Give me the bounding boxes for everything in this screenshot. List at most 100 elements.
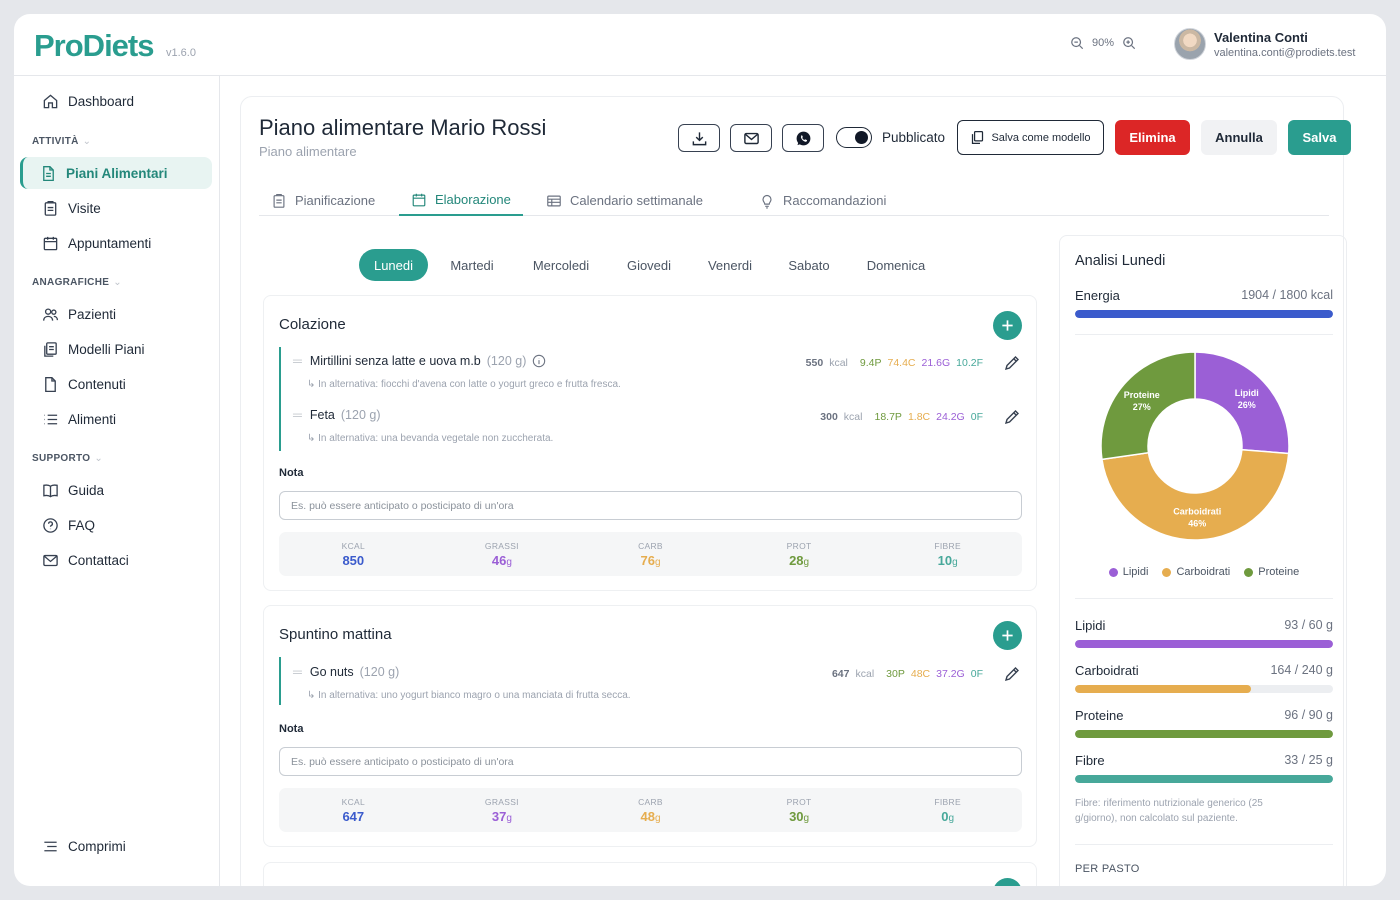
drag-handle-icon[interactable]: ═ <box>293 665 302 679</box>
sidebar-item-label: Pazienti <box>68 306 117 322</box>
chart-legend: Lipidi Carboidrati Proteine <box>1060 566 1348 578</box>
day-tab-domenica[interactable]: Domenica <box>853 249 939 281</box>
legend-dot-carboidrati <box>1162 567 1172 577</box>
delete-button[interactable]: Elimina <box>1115 120 1190 155</box>
day-tab-martedi[interactable]: Martedi <box>437 249 507 281</box>
sidebar-item-guida[interactable]: Guida <box>20 474 212 506</box>
legend-dot-proteine <box>1244 567 1254 577</box>
top-bar: ProDiets v1.6.0 90% Valentina Conti vale… <box>14 14 1386 76</box>
kcal-unit: kcal <box>843 411 863 423</box>
energy-bar <box>1075 310 1333 318</box>
info-icon[interactable] <box>532 354 546 368</box>
day-tab-venerdi[interactable]: Venerdi <box>695 249 765 281</box>
drag-handle-icon[interactable]: ═ <box>293 408 302 422</box>
macro-bar-fill <box>1075 685 1252 693</box>
total-carb: 76 <box>640 552 655 568</box>
food-list: ═ Go nuts (120 g) ↳ In alternativa: uno … <box>279 657 1019 705</box>
clipboard-icon <box>273 193 285 208</box>
sidebar-item-modelli-piani[interactable]: Modelli Piani <box>20 333 212 365</box>
slice-label: Carboidrati <box>1173 506 1221 516</box>
sidebar-item-dashboard[interactable]: Dashboard <box>20 85 212 117</box>
zoom-in-icon[interactable] <box>1122 36 1136 50</box>
edit-icon[interactable] <box>1003 408 1021 426</box>
food-name: Go nuts <box>309 665 354 679</box>
sidebar-item-pazienti[interactable]: Pazienti <box>20 298 212 330</box>
meal-totals: KCAL 850 GRASSI 46g CARB 76g PROT 28g FIBRE 1… <box>279 532 1022 576</box>
food-macros: 300 kcal 18.7P 1.8C 24.2G 0F <box>820 408 1021 426</box>
sidebar-item-piani-alimentari[interactable]: Piani Alimentari <box>20 157 212 189</box>
add-food-button[interactable] <box>993 621 1022 650</box>
sidebar-item-label: Modelli Piani <box>68 341 145 357</box>
day-tab-sabato[interactable]: Sabato <box>777 249 841 281</box>
sidebar-item-label: Contattaci <box>68 552 129 568</box>
cancel-button[interactable]: Annulla <box>1201 120 1277 155</box>
edit-icon[interactable] <box>1003 354 1021 372</box>
day-tab-lunedi[interactable]: Lunedi <box>359 249 428 281</box>
slice-percent: 46% <box>1188 518 1206 528</box>
page-subtitle: Piano alimentare <box>259 144 357 159</box>
meal-title: Spuntino mattina <box>279 626 392 643</box>
edit-icon[interactable] <box>1003 665 1021 683</box>
macro-donut-chart: Lipidi 26% Carboidrati 46% Proteine 27% <box>1100 351 1290 541</box>
add-food-button[interactable] <box>993 878 1022 886</box>
list-icon <box>44 414 58 424</box>
avatar <box>1174 28 1206 60</box>
macro-bar-fill <box>1075 730 1333 738</box>
nota-input[interactable]: Es. può essere anticipato o posticipato … <box>279 747 1022 776</box>
download-button[interactable] <box>678 124 720 152</box>
sidebar-item-contattaci[interactable]: Contattaci <box>20 544 212 576</box>
food-alternative: ↳ In alternativa: fiocchi d'avena con la… <box>307 379 621 390</box>
meal-card-next <box>263 862 1037 886</box>
total-grassi: 46 <box>491 552 507 568</box>
sidebar-item-visite[interactable]: Visite <box>20 192 212 224</box>
save-button[interactable]: Salva <box>1288 120 1351 155</box>
table-icon <box>547 195 561 206</box>
email-button[interactable] <box>730 124 772 152</box>
plus-icon <box>1002 630 1013 641</box>
sidebar-item-label: Guida <box>68 482 105 498</box>
home-icon <box>43 93 58 108</box>
food-carb: 48C <box>910 668 931 680</box>
food-kcal: 550 <box>805 357 824 369</box>
user-menu[interactable]: Valentina Conti valentina.conti@prodiets… <box>1174 28 1355 60</box>
chevron-down-icon: ⌄ <box>82 136 92 147</box>
calendar-icon <box>43 236 58 250</box>
question-circle-icon <box>43 517 58 533</box>
slice-label: Proteine <box>1124 390 1160 400</box>
download-icon <box>692 131 706 145</box>
drag-handle-icon[interactable]: ═ <box>293 354 302 368</box>
section-anagrafiche: ANAGRAFICHE ⌄ <box>32 277 122 288</box>
food-macros: 647 kcal 30P 48C 37.2G 0F <box>832 665 1021 683</box>
sidebar-item-faq[interactable]: FAQ <box>20 509 212 541</box>
sidebar-collapse-button[interactable]: Comprimi <box>20 830 212 862</box>
food-carb: 1.8C <box>907 411 931 423</box>
food-grams: (120 g) <box>359 665 400 679</box>
food-carb: 74.4C <box>887 357 916 369</box>
zoom-out-icon[interactable] <box>1070 36 1084 50</box>
nota-input[interactable]: Es. può essere anticipato o posticipato … <box>279 491 1022 520</box>
app-version: v1.6.0 <box>166 47 196 59</box>
sidebar-item-contenuti[interactable]: Contenuti <box>20 368 212 400</box>
sidebar-item-alimenti[interactable]: Alimenti <box>20 403 212 435</box>
file-icon <box>45 376 56 392</box>
food-prot: 18.7P <box>874 411 902 423</box>
day-tab-giovedi[interactable]: Giovedi <box>615 249 683 281</box>
day-tab-mercoledi[interactable]: Mercoledi <box>519 249 603 281</box>
whatsapp-button[interactable] <box>782 124 824 152</box>
app-window: ProDiets v1.6.0 90% Valentina Conti vale… <box>14 14 1386 886</box>
save-template-button[interactable]: Salva come modello <box>957 120 1104 155</box>
publish-toggle[interactable] <box>836 127 872 148</box>
tab-raccomandazioni[interactable]: Raccomandazioni <box>747 185 898 216</box>
user-email: valentina.conti@prodiets.test <box>1214 46 1356 59</box>
slice-label: Lipidi <box>1235 388 1259 398</box>
food-macros: 550 kcal 9.4P 74.4C 21.6G 10.2F <box>806 354 1021 372</box>
tab-pianificazione[interactable]: Pianificazione <box>259 185 387 216</box>
food-alternative: ↳ In alternativa: una bevanda vegetale n… <box>307 433 554 444</box>
legend-item: Proteine <box>1244 566 1299 578</box>
food-grams: (120 g) <box>340 408 381 422</box>
sidebar-item-appuntamenti[interactable]: Appuntamenti <box>20 227 212 259</box>
add-food-button[interactable] <box>993 311 1022 340</box>
tab-elaborazione[interactable]: Elaborazione <box>399 185 523 216</box>
sidebar-item-label: FAQ <box>68 517 96 533</box>
tab-calendario-settimanale[interactable]: Calendario settimanale <box>534 185 715 216</box>
